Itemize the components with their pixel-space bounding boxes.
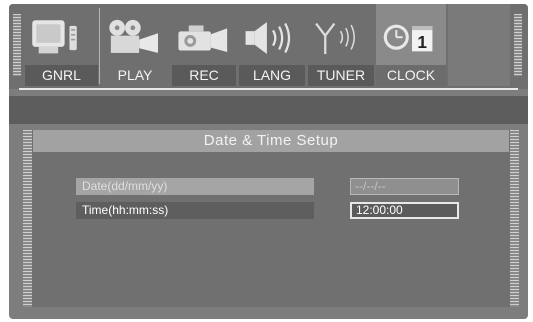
tab-label: GNRL [25,65,98,86]
clock-calendar-icon: 1 [383,24,433,52]
date-field: --/--/-- [350,178,459,195]
time-label: Time(hh:mm:ss) [76,202,314,219]
menu-divider [19,88,518,90]
speaker-icon [245,22,291,54]
status-band [9,96,528,124]
calendar-day-number: 1 [417,32,427,52]
time-field[interactable]: 12:00:00 [350,202,459,219]
tab-lang[interactable]: LANG [239,4,305,86]
tab-label: LANG [239,65,305,86]
date-time-panel: Date & Time Setup Date(dd/mm/yy) --/--/-… [23,130,519,307]
tab-rec[interactable]: REC [172,4,236,86]
antenna-icon [315,22,355,54]
tab-label: REC [172,65,236,86]
osd-window: GNRL PLAY REC LANG TUNER 1 CLOCK Date & … [9,4,528,319]
menu-spacer [448,4,510,86]
separator [99,8,100,84]
date-label: Date(dd/mm/yy) [76,178,314,195]
left-grip [13,14,21,76]
panel-left-grip [23,130,32,307]
tab-label: CLOCK [376,65,446,86]
menu-bar: GNRL PLAY REC LANG TUNER 1 CLOCK [9,4,528,90]
tab-label: TUNER [308,65,374,86]
tv-icon [32,20,77,54]
camcorder-icon [178,25,228,53]
panel-right-grip [510,130,519,307]
tab-clock[interactable]: 1 CLOCK [376,4,446,86]
projector-icon [109,19,158,53]
panel-title: Date & Time Setup [33,130,509,152]
right-grip [514,14,522,76]
tab-play[interactable]: PLAY [101,4,169,86]
tab-tuner[interactable]: TUNER [308,4,374,86]
tab-label: PLAY [101,65,169,86]
tab-gnrl[interactable]: GNRL [25,4,98,86]
